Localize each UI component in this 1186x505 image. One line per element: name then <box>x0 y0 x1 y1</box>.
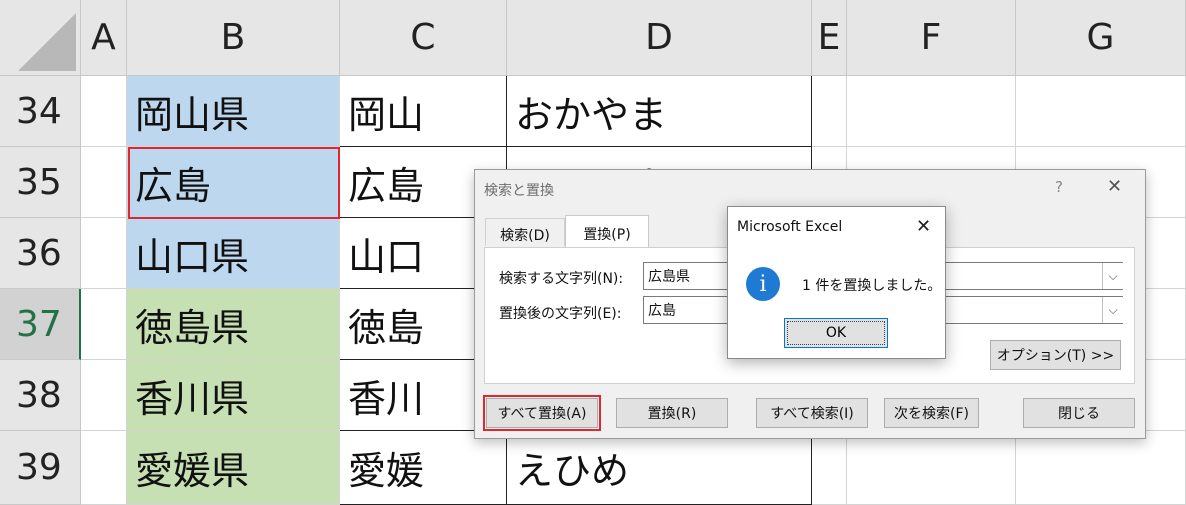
replace-with-label: 置換後の文字列(E): <box>499 306 622 322</box>
cell-g34[interactable] <box>1016 76 1186 147</box>
cell-d39[interactable]: えひめ <box>507 431 812 505</box>
column-header-d[interactable]: D <box>507 0 812 76</box>
cell-g39[interactable] <box>1016 431 1186 505</box>
cell-c34[interactable]: 岡山 <box>340 76 507 147</box>
dialog-close-icon[interactable]: ✕ <box>1107 176 1122 197</box>
find-next-button[interactable]: 次を検索(F) <box>884 398 979 428</box>
focus-ring <box>787 321 885 345</box>
row-header-37[interactable]: 37 <box>0 289 81 360</box>
cell-b34[interactable]: 岡山県 <box>127 76 340 147</box>
cell-b39[interactable]: 愛媛県 <box>127 431 340 505</box>
cell-e39[interactable] <box>812 431 847 505</box>
tab-find[interactable]: 検索(D) <box>485 218 565 246</box>
cell-f39[interactable] <box>847 431 1016 505</box>
ok-button[interactable]: OK <box>784 318 888 348</box>
message-box-titlebar: Microsoft Excel ✕ <box>728 207 945 247</box>
column-header-f[interactable]: F <box>847 0 1016 76</box>
cell-a38[interactable] <box>81 360 127 431</box>
row-header-38[interactable]: 38 <box>0 360 81 431</box>
row-header-36[interactable]: 36 <box>0 218 81 289</box>
column-header-a[interactable]: A <box>81 0 127 76</box>
message-box-body: i 1 件を置換しました。 OK <box>728 247 945 358</box>
replace-dropdown-chevron-icon[interactable]: ⌵ <box>1102 297 1123 323</box>
cell-c39[interactable]: 愛媛 <box>340 431 507 505</box>
cell-b37[interactable]: 徳島県 <box>127 289 340 360</box>
find-all-button[interactable]: すべて検索(I) <box>756 398 868 428</box>
cell-a37[interactable] <box>81 289 127 360</box>
cell-b35[interactable]: 広島 <box>127 147 340 218</box>
message-text: 1 件を置換しました。 <box>802 278 942 294</box>
find-dropdown-chevron-icon[interactable]: ⌵ <box>1102 263 1123 289</box>
cell-a35[interactable] <box>81 147 127 218</box>
find-what-label: 検索する文字列(N): <box>499 271 624 287</box>
cell-a39[interactable] <box>81 431 127 505</box>
column-header-b[interactable]: B <box>127 0 340 76</box>
cell-e34[interactable] <box>812 76 847 147</box>
replace-all-button[interactable]: すべて置換(A) <box>486 398 598 428</box>
row-header-39[interactable]: 39 <box>0 431 81 505</box>
message-box-title: Microsoft Excel <box>737 219 843 235</box>
select-all-corner[interactable] <box>0 0 81 76</box>
row-header-34[interactable]: 34 <box>0 76 81 147</box>
tab-replace[interactable]: 置換(P) <box>565 215 649 248</box>
message-box: Microsoft Excel ✕ i 1 件を置換しました。 OK <box>727 206 946 359</box>
cell-a34[interactable] <box>81 76 127 147</box>
column-header-g[interactable]: G <box>1016 0 1186 76</box>
row-header-35[interactable]: 35 <box>0 147 81 218</box>
column-header-c[interactable]: C <box>340 0 507 76</box>
help-icon[interactable]: ? <box>1055 178 1063 196</box>
options-button[interactable]: オプション(T) >> <box>990 340 1121 370</box>
cell-b36[interactable]: 山口県 <box>127 218 340 289</box>
column-header-e[interactable]: E <box>812 0 847 76</box>
info-icon: i <box>746 267 780 301</box>
cell-d34[interactable]: おかやま <box>507 76 812 147</box>
dialog-title: 検索と置換 <box>484 183 554 199</box>
cell-f34[interactable] <box>847 76 1016 147</box>
close-button[interactable]: 閉じる <box>1023 398 1135 428</box>
cell-b38[interactable]: 香川県 <box>127 360 340 431</box>
replace-button[interactable]: 置換(R) <box>616 398 728 428</box>
cell-a36[interactable] <box>81 218 127 289</box>
message-box-close-icon[interactable]: ✕ <box>916 216 931 237</box>
